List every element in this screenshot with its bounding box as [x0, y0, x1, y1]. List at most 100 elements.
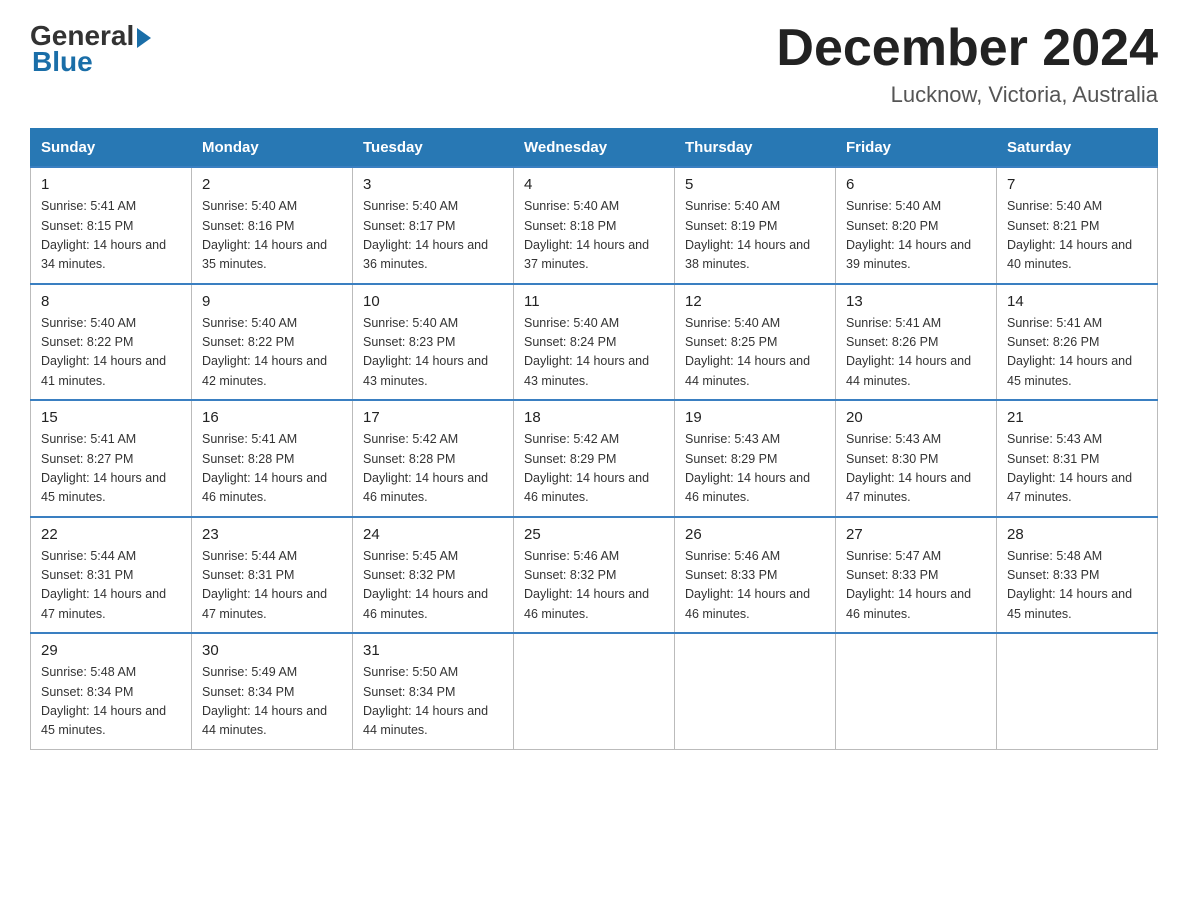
daylight-label: Daylight: 14 hours and 46 minutes. — [685, 587, 810, 620]
day-number: 5 — [685, 176, 825, 193]
day-info: Sunrise: 5:40 AM Sunset: 8:23 PM Dayligh… — [363, 314, 503, 392]
calendar-cell: 21 Sunrise: 5:43 AM Sunset: 8:31 PM Dayl… — [997, 400, 1158, 517]
daylight-label: Daylight: 14 hours and 47 minutes. — [1007, 471, 1132, 504]
daylight-label: Daylight: 14 hours and 36 minutes. — [363, 238, 488, 271]
sunrise-label: Sunrise: 5:41 AM — [1007, 316, 1102, 330]
sunset-label: Sunset: 8:21 PM — [1007, 219, 1099, 233]
calendar-cell: 5 Sunrise: 5:40 AM Sunset: 8:19 PM Dayli… — [675, 167, 836, 284]
day-number: 8 — [41, 293, 181, 310]
sunset-label: Sunset: 8:31 PM — [202, 568, 294, 582]
calendar-table: Sunday Monday Tuesday Wednesday Thursday… — [30, 128, 1158, 750]
daylight-label: Daylight: 14 hours and 45 minutes. — [41, 704, 166, 737]
day-number: 6 — [846, 176, 986, 193]
sunset-label: Sunset: 8:25 PM — [685, 335, 777, 349]
calendar-cell: 29 Sunrise: 5:48 AM Sunset: 8:34 PM Dayl… — [31, 633, 192, 749]
sunset-label: Sunset: 8:22 PM — [202, 335, 294, 349]
sunrise-label: Sunrise: 5:48 AM — [41, 665, 136, 679]
day-number: 29 — [41, 642, 181, 659]
day-number: 22 — [41, 526, 181, 543]
sunset-label: Sunset: 8:31 PM — [41, 568, 133, 582]
day-number: 4 — [524, 176, 664, 193]
calendar-cell: 10 Sunrise: 5:40 AM Sunset: 8:23 PM Dayl… — [353, 284, 514, 401]
daylight-label: Daylight: 14 hours and 44 minutes. — [202, 704, 327, 737]
sunrise-label: Sunrise: 5:40 AM — [685, 199, 780, 213]
day-info: Sunrise: 5:42 AM Sunset: 8:29 PM Dayligh… — [524, 430, 664, 508]
sunrise-label: Sunrise: 5:44 AM — [202, 549, 297, 563]
day-info: Sunrise: 5:47 AM Sunset: 8:33 PM Dayligh… — [846, 547, 986, 625]
day-number: 26 — [685, 526, 825, 543]
calendar-cell: 4 Sunrise: 5:40 AM Sunset: 8:18 PM Dayli… — [514, 167, 675, 284]
daylight-label: Daylight: 14 hours and 39 minutes. — [846, 238, 971, 271]
calendar-cell — [675, 633, 836, 749]
logo-arrow-icon — [137, 28, 151, 48]
sunset-label: Sunset: 8:28 PM — [363, 452, 455, 466]
daylight-label: Daylight: 14 hours and 44 minutes. — [846, 354, 971, 387]
day-info: Sunrise: 5:40 AM Sunset: 8:20 PM Dayligh… — [846, 197, 986, 275]
day-info: Sunrise: 5:50 AM Sunset: 8:34 PM Dayligh… — [363, 663, 503, 741]
calendar-cell: 14 Sunrise: 5:41 AM Sunset: 8:26 PM Dayl… — [997, 284, 1158, 401]
sunset-label: Sunset: 8:32 PM — [524, 568, 616, 582]
sunrise-label: Sunrise: 5:43 AM — [1007, 432, 1102, 446]
day-info: Sunrise: 5:40 AM Sunset: 8:18 PM Dayligh… — [524, 197, 664, 275]
day-number: 17 — [363, 409, 503, 426]
day-info: Sunrise: 5:49 AM Sunset: 8:34 PM Dayligh… — [202, 663, 342, 741]
calendar-cell: 20 Sunrise: 5:43 AM Sunset: 8:30 PM Dayl… — [836, 400, 997, 517]
sunset-label: Sunset: 8:33 PM — [1007, 568, 1099, 582]
daylight-label: Daylight: 14 hours and 46 minutes. — [363, 587, 488, 620]
sunset-label: Sunset: 8:33 PM — [685, 568, 777, 582]
day-number: 9 — [202, 293, 342, 310]
daylight-label: Daylight: 14 hours and 47 minutes. — [202, 587, 327, 620]
daylight-label: Daylight: 14 hours and 37 minutes. — [524, 238, 649, 271]
calendar-week-2: 8 Sunrise: 5:40 AM Sunset: 8:22 PM Dayli… — [31, 284, 1158, 401]
day-info: Sunrise: 5:43 AM Sunset: 8:31 PM Dayligh… — [1007, 430, 1147, 508]
sunrise-label: Sunrise: 5:43 AM — [685, 432, 780, 446]
sunrise-label: Sunrise: 5:40 AM — [524, 316, 619, 330]
calendar-cell: 1 Sunrise: 5:41 AM Sunset: 8:15 PM Dayli… — [31, 167, 192, 284]
day-info: Sunrise: 5:46 AM Sunset: 8:33 PM Dayligh… — [685, 547, 825, 625]
sunrise-label: Sunrise: 5:50 AM — [363, 665, 458, 679]
calendar-cell: 27 Sunrise: 5:47 AM Sunset: 8:33 PM Dayl… — [836, 517, 997, 634]
sunrise-label: Sunrise: 5:40 AM — [202, 199, 297, 213]
daylight-label: Daylight: 14 hours and 45 minutes. — [1007, 587, 1132, 620]
calendar-cell: 25 Sunrise: 5:46 AM Sunset: 8:32 PM Dayl… — [514, 517, 675, 634]
day-info: Sunrise: 5:42 AM Sunset: 8:28 PM Dayligh… — [363, 430, 503, 508]
calendar-cell: 19 Sunrise: 5:43 AM Sunset: 8:29 PM Dayl… — [675, 400, 836, 517]
sunrise-label: Sunrise: 5:41 AM — [41, 432, 136, 446]
day-number: 7 — [1007, 176, 1147, 193]
sunrise-label: Sunrise: 5:49 AM — [202, 665, 297, 679]
sunrise-label: Sunrise: 5:40 AM — [41, 316, 136, 330]
sunset-label: Sunset: 8:20 PM — [846, 219, 938, 233]
calendar-cell: 30 Sunrise: 5:49 AM Sunset: 8:34 PM Dayl… — [192, 633, 353, 749]
day-info: Sunrise: 5:40 AM Sunset: 8:17 PM Dayligh… — [363, 197, 503, 275]
calendar-cell — [514, 633, 675, 749]
day-number: 28 — [1007, 526, 1147, 543]
header-thursday: Thursday — [675, 129, 836, 168]
daylight-label: Daylight: 14 hours and 46 minutes. — [524, 471, 649, 504]
day-info: Sunrise: 5:44 AM Sunset: 8:31 PM Dayligh… — [202, 547, 342, 625]
calendar-cell: 18 Sunrise: 5:42 AM Sunset: 8:29 PM Dayl… — [514, 400, 675, 517]
calendar-cell: 22 Sunrise: 5:44 AM Sunset: 8:31 PM Dayl… — [31, 517, 192, 634]
sunrise-label: Sunrise: 5:44 AM — [41, 549, 136, 563]
day-number: 20 — [846, 409, 986, 426]
header-friday: Friday — [836, 129, 997, 168]
day-info: Sunrise: 5:40 AM Sunset: 8:22 PM Dayligh… — [202, 314, 342, 392]
sunset-label: Sunset: 8:17 PM — [363, 219, 455, 233]
calendar-cell — [997, 633, 1158, 749]
sunset-label: Sunset: 8:15 PM — [41, 219, 133, 233]
sunrise-label: Sunrise: 5:47 AM — [846, 549, 941, 563]
daylight-label: Daylight: 14 hours and 41 minutes. — [41, 354, 166, 387]
sunrise-label: Sunrise: 5:40 AM — [685, 316, 780, 330]
day-number: 21 — [1007, 409, 1147, 426]
day-number: 2 — [202, 176, 342, 193]
day-number: 14 — [1007, 293, 1147, 310]
weekday-header-row: Sunday Monday Tuesday Wednesday Thursday… — [31, 129, 1158, 168]
page-header: General Blue December 2024 Lucknow, Vict… — [30, 20, 1158, 108]
sunrise-label: Sunrise: 5:40 AM — [202, 316, 297, 330]
day-number: 27 — [846, 526, 986, 543]
calendar-cell: 24 Sunrise: 5:45 AM Sunset: 8:32 PM Dayl… — [353, 517, 514, 634]
sunrise-label: Sunrise: 5:42 AM — [363, 432, 458, 446]
sunrise-label: Sunrise: 5:41 AM — [41, 199, 136, 213]
header-saturday: Saturday — [997, 129, 1158, 168]
daylight-label: Daylight: 14 hours and 47 minutes. — [846, 471, 971, 504]
calendar-cell: 12 Sunrise: 5:40 AM Sunset: 8:25 PM Dayl… — [675, 284, 836, 401]
